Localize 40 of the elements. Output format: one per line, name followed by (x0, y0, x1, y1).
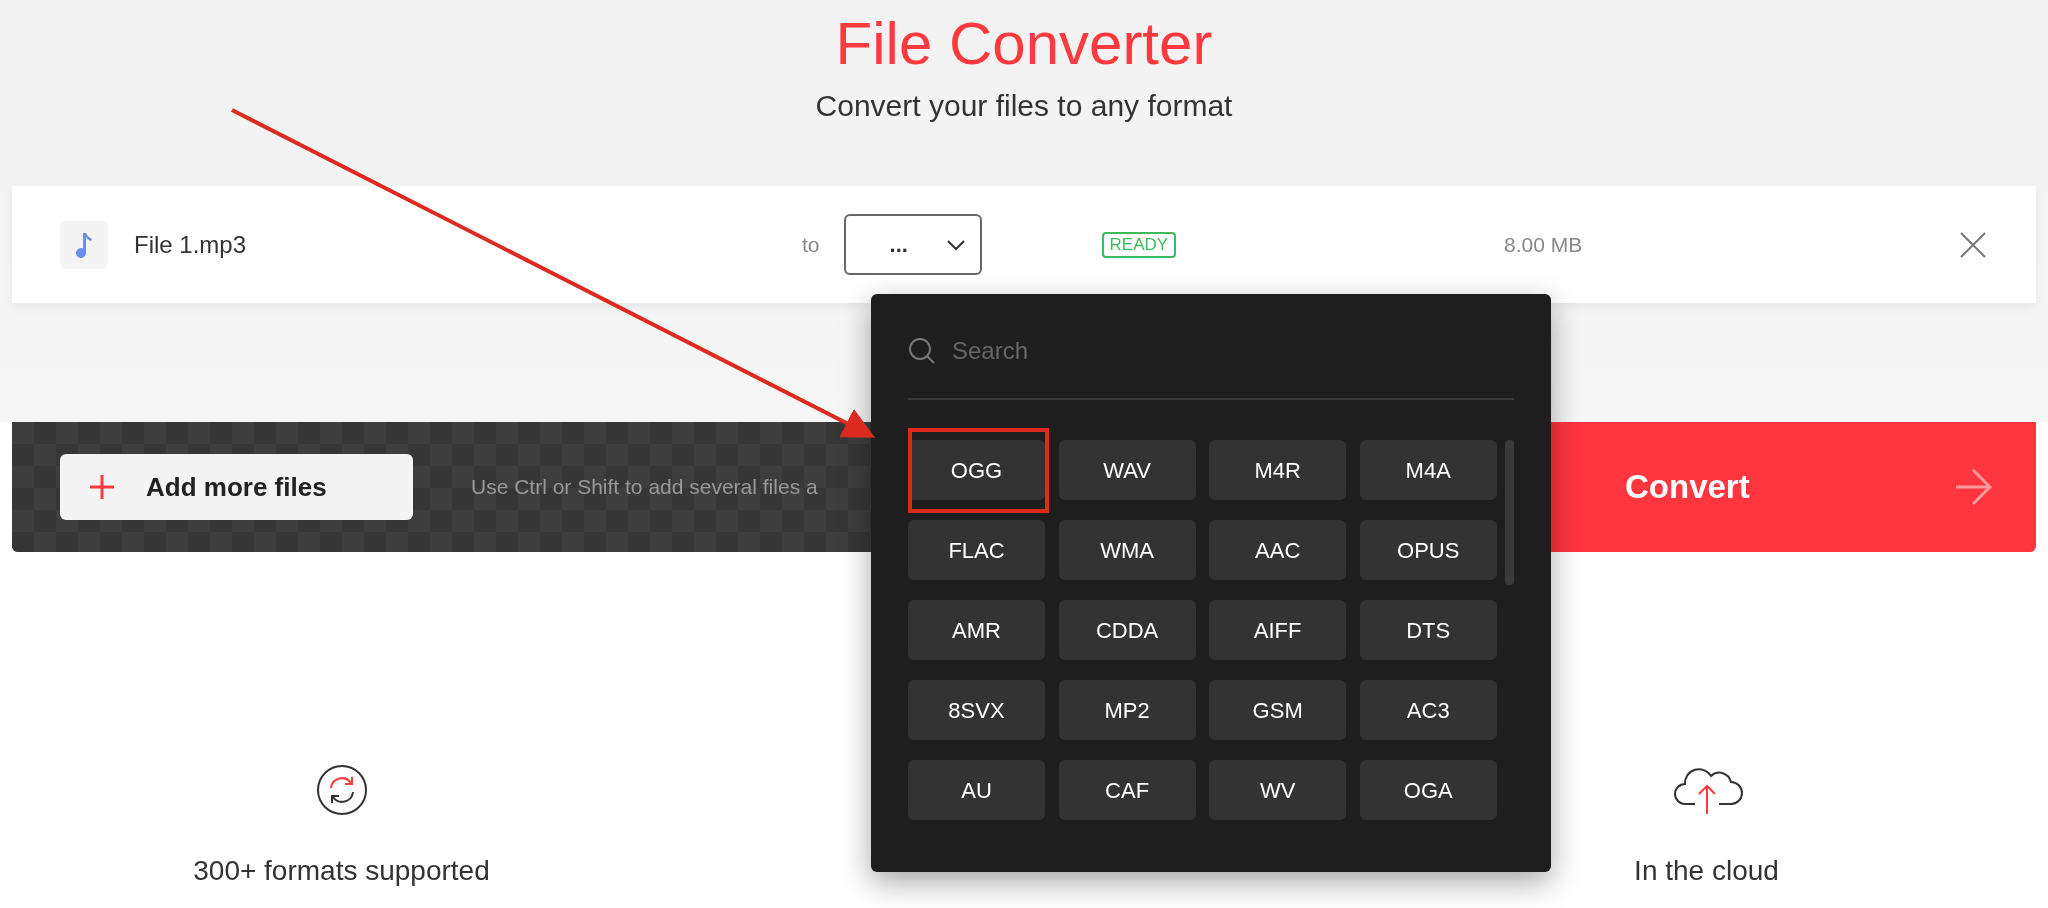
format-option[interactable]: AIFF (1209, 600, 1347, 660)
file-name: File 1.mp3 (134, 229, 248, 260)
feature-label: 300+ formats supported (193, 854, 490, 888)
format-option[interactable]: AC3 (1359, 680, 1497, 740)
format-option[interactable]: AMR (908, 600, 1045, 660)
feature-label: In the cloud (1634, 854, 1779, 888)
format-option[interactable]: 8SVX (908, 680, 1045, 740)
file-size: 8.00 MB (1504, 231, 1583, 258)
close-button[interactable] (1958, 229, 1988, 260)
search-icon (908, 337, 936, 365)
format-option[interactable]: GSM (1209, 680, 1347, 740)
format-option[interactable]: FLAC (908, 520, 1045, 580)
format-option[interactable]: WMA (1058, 520, 1196, 580)
format-option[interactable]: AAC (1209, 520, 1347, 580)
chevron-down-icon (945, 238, 966, 251)
to-label: to (802, 231, 820, 258)
arrow-right-icon (1954, 468, 1992, 506)
close-icon (1959, 230, 1987, 259)
music-note-icon (74, 230, 94, 259)
format-option[interactable]: AU (908, 760, 1045, 820)
status-badge: READY (1101, 231, 1177, 258)
format-option[interactable]: MP2 (1058, 680, 1196, 740)
plus-icon (88, 473, 116, 501)
search-field[interactable]: Search (952, 333, 1514, 369)
format-option[interactable]: OGA (1359, 760, 1497, 820)
format-option[interactable]: CDDA (1058, 600, 1196, 660)
page-subtitle: Convert your files to any format (815, 88, 1233, 124)
refresh-icon (315, 764, 368, 816)
add-files-button[interactable]: Add more files (60, 454, 413, 520)
format-option[interactable]: OPUS (1359, 520, 1497, 580)
format-option[interactable]: WAV (1058, 440, 1196, 500)
convert-button[interactable]: Convert (1549, 422, 2036, 552)
format-option[interactable]: DTS (1359, 600, 1497, 660)
format-option[interactable]: M4A (1359, 440, 1497, 500)
format-option[interactable]: WV (1209, 760, 1347, 820)
format-option[interactable]: M4R (1209, 440, 1347, 500)
hint-text: Use Ctrl or Shift to add several files a (471, 474, 818, 501)
page-title: File Converter (835, 9, 1213, 79)
format-option[interactable]: CAF (1058, 760, 1196, 820)
format-dropdown[interactable]: ... (843, 214, 982, 275)
